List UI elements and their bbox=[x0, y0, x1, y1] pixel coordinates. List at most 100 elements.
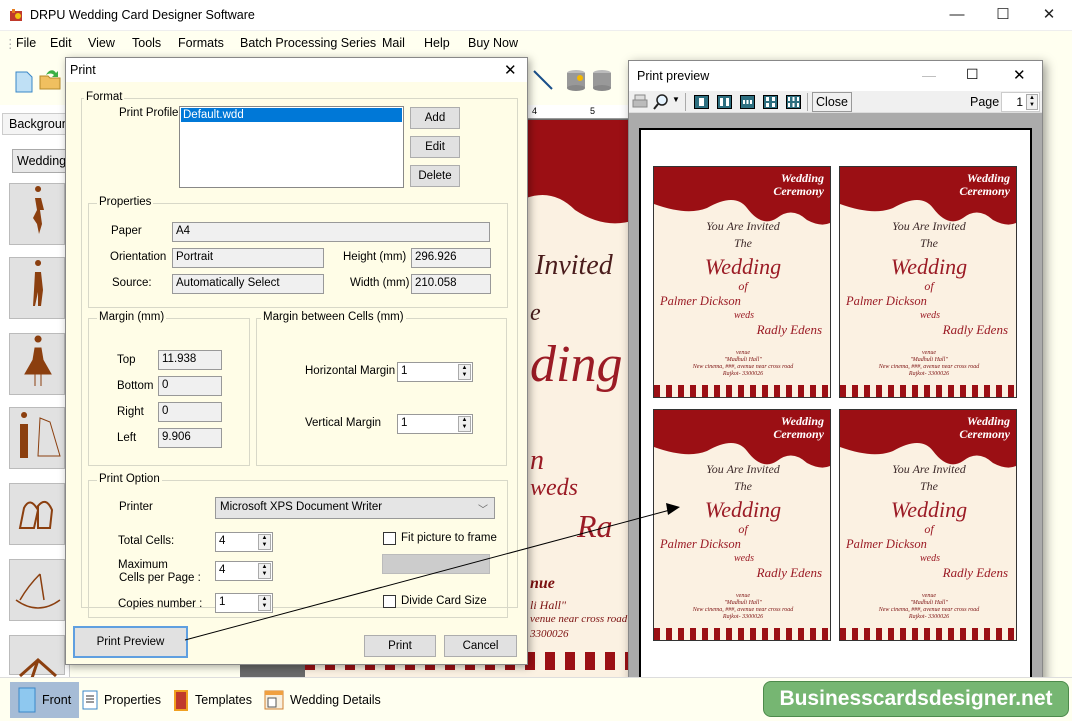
preview-close-button[interactable]: ✕ bbox=[1013, 66, 1026, 84]
card-the: The bbox=[734, 479, 752, 493]
print-icon[interactable] bbox=[632, 94, 648, 110]
thumbnail-wedding-bells[interactable] bbox=[9, 483, 65, 545]
print-preview-button[interactable]: Print Preview bbox=[73, 626, 188, 658]
horizontal-margin-stepper[interactable]: 1 ▲ ▼ bbox=[397, 362, 473, 382]
zoom-dropdown-icon[interactable]: ▼ bbox=[672, 95, 680, 104]
print-profile-item[interactable]: Default.wdd bbox=[181, 108, 402, 122]
spin-arrows-icon[interactable]: ▲ ▼ bbox=[258, 563, 271, 579]
source-label: Source: bbox=[112, 277, 152, 289]
preview-minimize-button[interactable]: — bbox=[922, 67, 936, 83]
horizontal-margin-value: 1 bbox=[401, 365, 408, 377]
ruler-mark: 5 bbox=[590, 106, 596, 116]
spin-arrows-icon[interactable]: ▲ ▼ bbox=[458, 416, 471, 432]
open-folder-icon[interactable] bbox=[38, 67, 62, 91]
card-invited: You Are Invited bbox=[892, 462, 966, 476]
thumbnail-standing-woman[interactable] bbox=[9, 257, 65, 319]
page-stepper[interactable]: 1 ▲ ▼ bbox=[1001, 92, 1040, 112]
background-tab[interactable]: Background bbox=[2, 113, 70, 135]
preview-close-label-button[interactable]: Close bbox=[812, 92, 852, 112]
card-border-pattern bbox=[840, 385, 1016, 397]
card-header-line1: Wedding bbox=[780, 171, 824, 185]
card-of: of bbox=[924, 522, 934, 536]
height-field: 296.926 bbox=[411, 248, 491, 268]
ruler-mark: 4 bbox=[532, 106, 538, 116]
vertical-margin-stepper[interactable]: 1 ▲ ▼ bbox=[397, 414, 473, 434]
print-dialog-close-icon[interactable]: ✕ bbox=[504, 61, 517, 79]
preview-maximize-button[interactable]: ☐ bbox=[966, 66, 979, 83]
maximize-button[interactable]: ☐ bbox=[980, 0, 1026, 31]
three-pages-icon[interactable] bbox=[740, 95, 755, 109]
database-import-icon[interactable] bbox=[565, 68, 587, 92]
menu-help[interactable]: Help bbox=[424, 36, 450, 50]
two-pages-icon[interactable] bbox=[717, 95, 732, 109]
card-venue-label: venue bbox=[922, 593, 936, 599]
card-venue-label: venue bbox=[736, 350, 750, 356]
thumbnail-bow-ribbon[interactable] bbox=[9, 635, 65, 685]
max-cells-stepper[interactable]: 4 ▲ ▼ bbox=[215, 561, 273, 581]
tab-properties[interactable]: Properties bbox=[74, 682, 169, 718]
spin-arrows-icon[interactable]: ▲ ▼ bbox=[458, 364, 471, 380]
menu-view[interactable]: View bbox=[88, 36, 115, 50]
menu-mail[interactable]: Mail bbox=[382, 36, 405, 50]
print-option-group-label: Print Option bbox=[97, 473, 162, 485]
card-wedding: Wedding bbox=[704, 254, 782, 279]
fit-picture-checkbox[interactable] bbox=[383, 532, 396, 545]
line-tool-icon[interactable] bbox=[532, 69, 554, 91]
toolbar-separator bbox=[807, 93, 808, 111]
printer-select[interactable]: Microsoft XPS Document Writer ﹀ bbox=[215, 497, 495, 519]
edit-profile-button[interactable]: Edit bbox=[410, 136, 460, 158]
menu-batch-processing[interactable]: Batch Processing Series bbox=[240, 36, 376, 50]
print-profile-list[interactable]: Default.wdd bbox=[179, 106, 404, 188]
card-venue-name: "Madhuli Hall" bbox=[910, 600, 948, 606]
card-venue-city: Rajkot- 3300026 bbox=[908, 614, 950, 620]
source-field: Automatically Select bbox=[172, 274, 324, 294]
tab-front[interactable]: Front bbox=[10, 682, 80, 718]
close-button[interactable]: ✕ bbox=[1026, 0, 1072, 31]
tab-templates-label: Templates bbox=[195, 693, 252, 707]
one-page-icon[interactable] bbox=[694, 95, 709, 109]
card-header-line2: Ceremony bbox=[959, 427, 1010, 441]
divide-card-checkbox[interactable] bbox=[383, 595, 396, 608]
spin-arrows-icon[interactable]: ▲ ▼ bbox=[258, 595, 271, 611]
max-cells-label-line1: Maximum bbox=[118, 559, 168, 571]
add-profile-button[interactable]: Add bbox=[410, 107, 460, 129]
spin-arrows-icon[interactable]: ▲ ▼ bbox=[1026, 94, 1038, 110]
spin-arrows-icon[interactable]: ▲ ▼ bbox=[258, 534, 271, 550]
menu-formats[interactable]: Formats bbox=[178, 36, 224, 50]
delete-profile-button[interactable]: Delete bbox=[410, 165, 460, 187]
print-button[interactable]: Print bbox=[364, 635, 436, 657]
four-pages-icon[interactable] bbox=[763, 95, 778, 109]
copies-stepper[interactable]: 1 ▲ ▼ bbox=[215, 593, 273, 613]
paper-field: A4 bbox=[172, 222, 490, 242]
card-invited: You Are Invited bbox=[892, 219, 966, 233]
horizontal-margin-label: Horizontal Margin bbox=[305, 365, 396, 377]
paper-label: Paper bbox=[111, 225, 142, 237]
copies-label: Copies number : bbox=[118, 598, 203, 610]
menu-edit[interactable]: Edit bbox=[50, 36, 72, 50]
menu-bar: ⋮ File Edit View Tools Formats Batch Pro… bbox=[0, 31, 1072, 55]
tab-templates[interactable]: Templates bbox=[165, 682, 260, 718]
total-cells-stepper[interactable]: 4 ▲ ▼ bbox=[215, 532, 273, 552]
thumbnail-woman-in-dress[interactable] bbox=[9, 333, 65, 395]
card-text: Ra bbox=[577, 508, 613, 544]
zoom-icon[interactable] bbox=[653, 93, 669, 111]
thumbnail-bride-and-groom[interactable] bbox=[9, 407, 65, 469]
database-icon[interactable] bbox=[591, 68, 613, 92]
six-pages-icon[interactable] bbox=[786, 95, 801, 109]
new-document-icon[interactable] bbox=[14, 71, 34, 93]
chevron-down-icon: ﹀ bbox=[478, 505, 488, 516]
minimize-button[interactable]: — bbox=[934, 0, 980, 31]
tab-wedding-details[interactable]: Wedding Details bbox=[256, 682, 389, 718]
thumbnail-dancer-woman[interactable] bbox=[9, 183, 65, 245]
card-bride: Radly Edens bbox=[756, 565, 822, 580]
cancel-button[interactable]: Cancel bbox=[444, 635, 517, 657]
thumbnail-swan-boat[interactable] bbox=[9, 559, 65, 621]
card-bride: Radly Edens bbox=[756, 322, 822, 337]
category-select[interactable]: Wedding bbox=[12, 149, 72, 173]
margin-group-label: Margin (mm) bbox=[97, 311, 167, 323]
menu-tools[interactable]: Tools bbox=[132, 36, 161, 50]
menu-buy-now[interactable]: Buy Now bbox=[468, 36, 518, 50]
watermark-badge: Businesscardsdesigner.net bbox=[763, 681, 1069, 717]
menu-file[interactable]: File bbox=[16, 36, 36, 50]
app-title: DRPU Wedding Card Designer Software bbox=[30, 8, 255, 22]
